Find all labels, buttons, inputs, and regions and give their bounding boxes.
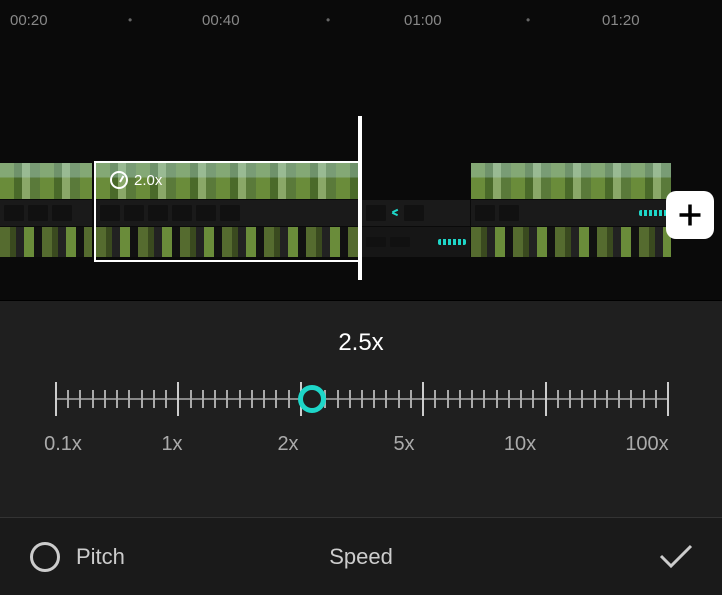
time-mark: 00:40 [202,12,240,29]
time-ruler: 00:20 • 00:40 • 01:00 • 01:20 [0,0,722,40]
radio-unchecked-icon [30,542,60,572]
speed-label: 2x [277,433,298,456]
check-icon [658,542,694,570]
pitch-label: Pitch [76,544,125,570]
time-mark: 01:00 [404,12,442,29]
editor-track [362,200,470,226]
clip-speed-badge: 2.0x [110,171,162,189]
thumb-strip [362,227,470,257]
time-dot: • [128,13,132,27]
audio-wave [438,239,466,245]
editor-track [471,200,671,226]
speed-label: 100x [625,433,668,456]
speed-label: 10x [504,433,536,456]
speed-panel: 2.5x 0.1x 1x 2x 5x 10x 100x [0,300,722,517]
speed-label: 5x [393,433,414,456]
video-clip[interactable] [0,163,92,199]
speed-slider[interactable] [55,376,667,422]
speed-label: 0.1x [44,433,82,456]
selected-speed: 2.5x [0,329,722,357]
slider-handle[interactable] [298,385,326,413]
thumb-strip [471,227,671,257]
time-dot: • [526,13,530,27]
pitch-toggle[interactable]: Pitch [30,542,125,572]
speed-label: 1x [161,433,182,456]
thumb-strip [0,227,92,257]
time-dot: • [326,13,330,27]
gauge-icon [110,171,128,189]
timeline-clips[interactable] [0,163,722,263]
cut-icon [390,208,400,218]
add-clip-button[interactable] [666,191,714,239]
audio-wave [639,210,667,216]
editor-track [96,200,360,226]
plus-icon [676,201,704,229]
confirm-button[interactable] [658,542,694,575]
clip-speed-value: 2.0x [134,172,162,189]
thumb-strip [96,227,360,257]
editor-track [0,200,92,226]
video-clip[interactable] [471,163,671,199]
bottom-bar: Pitch Speed [0,517,722,595]
time-mark: 01:20 [602,12,640,29]
time-mark: 00:20 [10,12,48,29]
